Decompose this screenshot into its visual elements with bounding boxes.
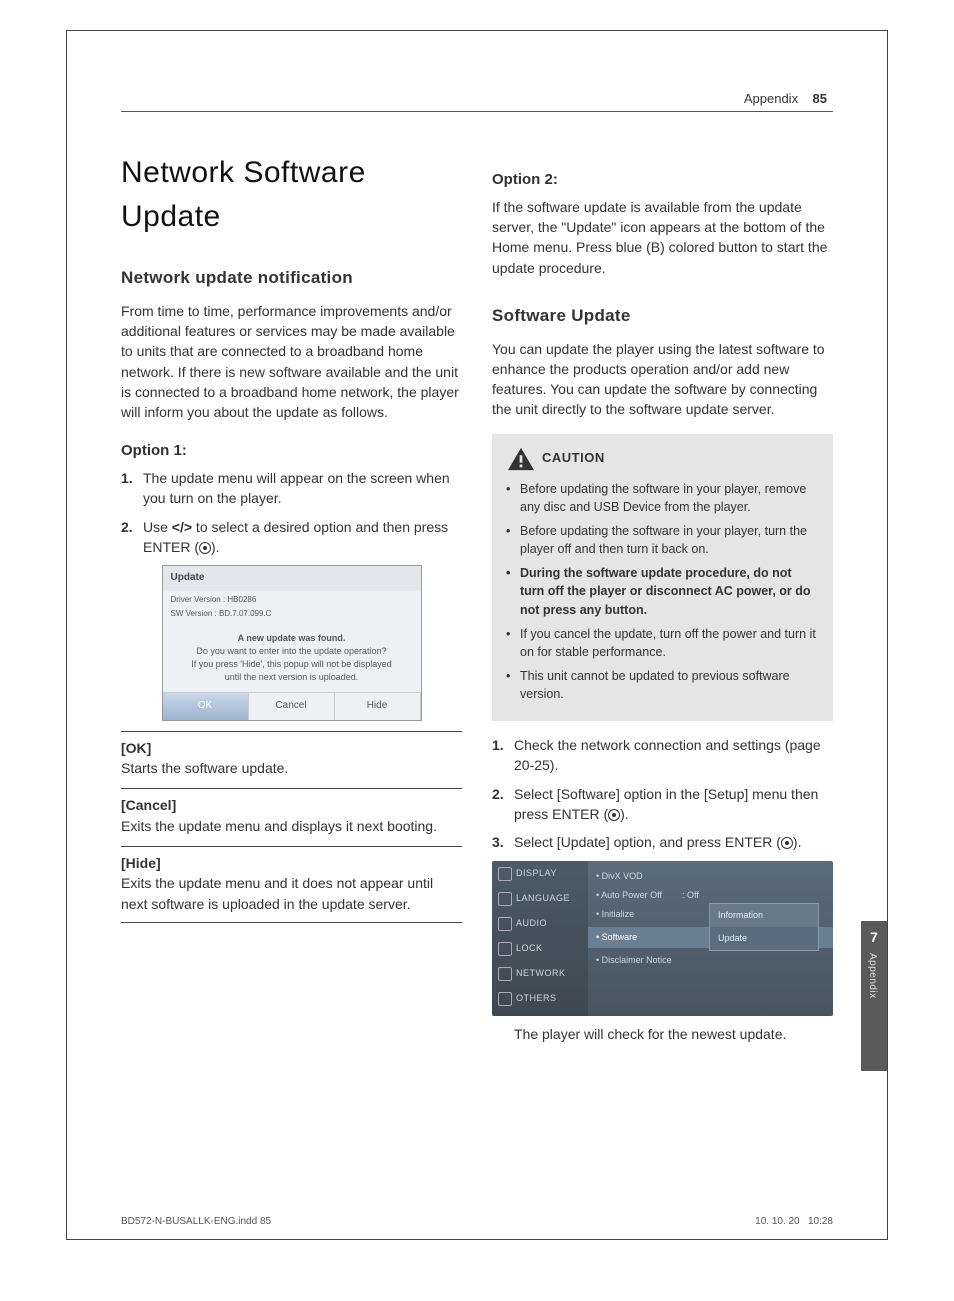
- content-columns: Network Software Update Network update n…: [121, 151, 833, 1179]
- heading-software-update: Software Update: [492, 304, 833, 329]
- manual-page: Appendix 85 Network Software Update Netw…: [66, 30, 888, 1240]
- enter-icon: [608, 809, 620, 821]
- enter-icon: [199, 542, 211, 554]
- caution-box: CAUTION Before updating the software in …: [492, 434, 833, 721]
- option2-text: If the software update is available from…: [492, 197, 833, 278]
- enter-icon: [781, 837, 793, 849]
- option1-heading: Option 1:: [121, 440, 462, 462]
- step-1: 1. The update menu will appear on the sc…: [121, 468, 462, 509]
- step-2: 2. Use </> to select a desired option an…: [121, 517, 462, 558]
- header-rule: [121, 111, 833, 112]
- dlg-cancel: Cancel: [249, 693, 335, 720]
- section-tab: 7 Appendix: [861, 921, 887, 1071]
- caution-icon: [506, 446, 536, 472]
- option2-heading: Option 2:: [492, 169, 833, 191]
- setup-menu-screenshot: DISPLAY LANGUAGE AUDIO LOCK NETWORK OTHE…: [492, 861, 833, 1016]
- update-dialog-screenshot: Update Driver Version : HB0286 SW Versio…: [162, 565, 422, 720]
- su-step-2: 2. Select [Software] option in the [Setu…: [492, 784, 833, 825]
- right-column: Option 2: If the software update is avai…: [492, 151, 833, 1179]
- def-hide: [Hide] Exits the update menu and it does…: [121, 846, 462, 923]
- def-ok: [OK] Starts the software update.: [121, 731, 462, 779]
- su-step-1: 1. Check the network connection and sett…: [492, 735, 833, 776]
- page-title: Network Software Update: [121, 151, 462, 238]
- running-header: Appendix 85: [744, 91, 827, 106]
- heading-network-update: Network update notification: [121, 266, 462, 291]
- su-step-3: 3. Select [Update] option, and press ENT…: [492, 832, 833, 852]
- dlg-hide: Hide: [335, 693, 421, 720]
- intro-paragraph: From time to time, performance improveme…: [121, 301, 462, 423]
- dlg-ok: OK: [163, 693, 249, 720]
- caution-heading: CAUTION: [506, 446, 819, 472]
- footer: BD572-N-BUSALLK-ENG.indd 85 10. 10. 20 1…: [121, 1216, 833, 1227]
- su-after: The player will check for the newest upd…: [492, 1024, 833, 1044]
- def-cancel: [Cancel] Exits the update menu and displ…: [121, 788, 462, 836]
- ss2-popup: Information Update: [709, 903, 819, 951]
- left-column: Network Software Update Network update n…: [121, 151, 462, 1179]
- ss2-sidebar: DISPLAY LANGUAGE AUDIO LOCK NETWORK OTHE…: [492, 861, 588, 1016]
- su-intro: You can update the player using the late…: [492, 339, 833, 420]
